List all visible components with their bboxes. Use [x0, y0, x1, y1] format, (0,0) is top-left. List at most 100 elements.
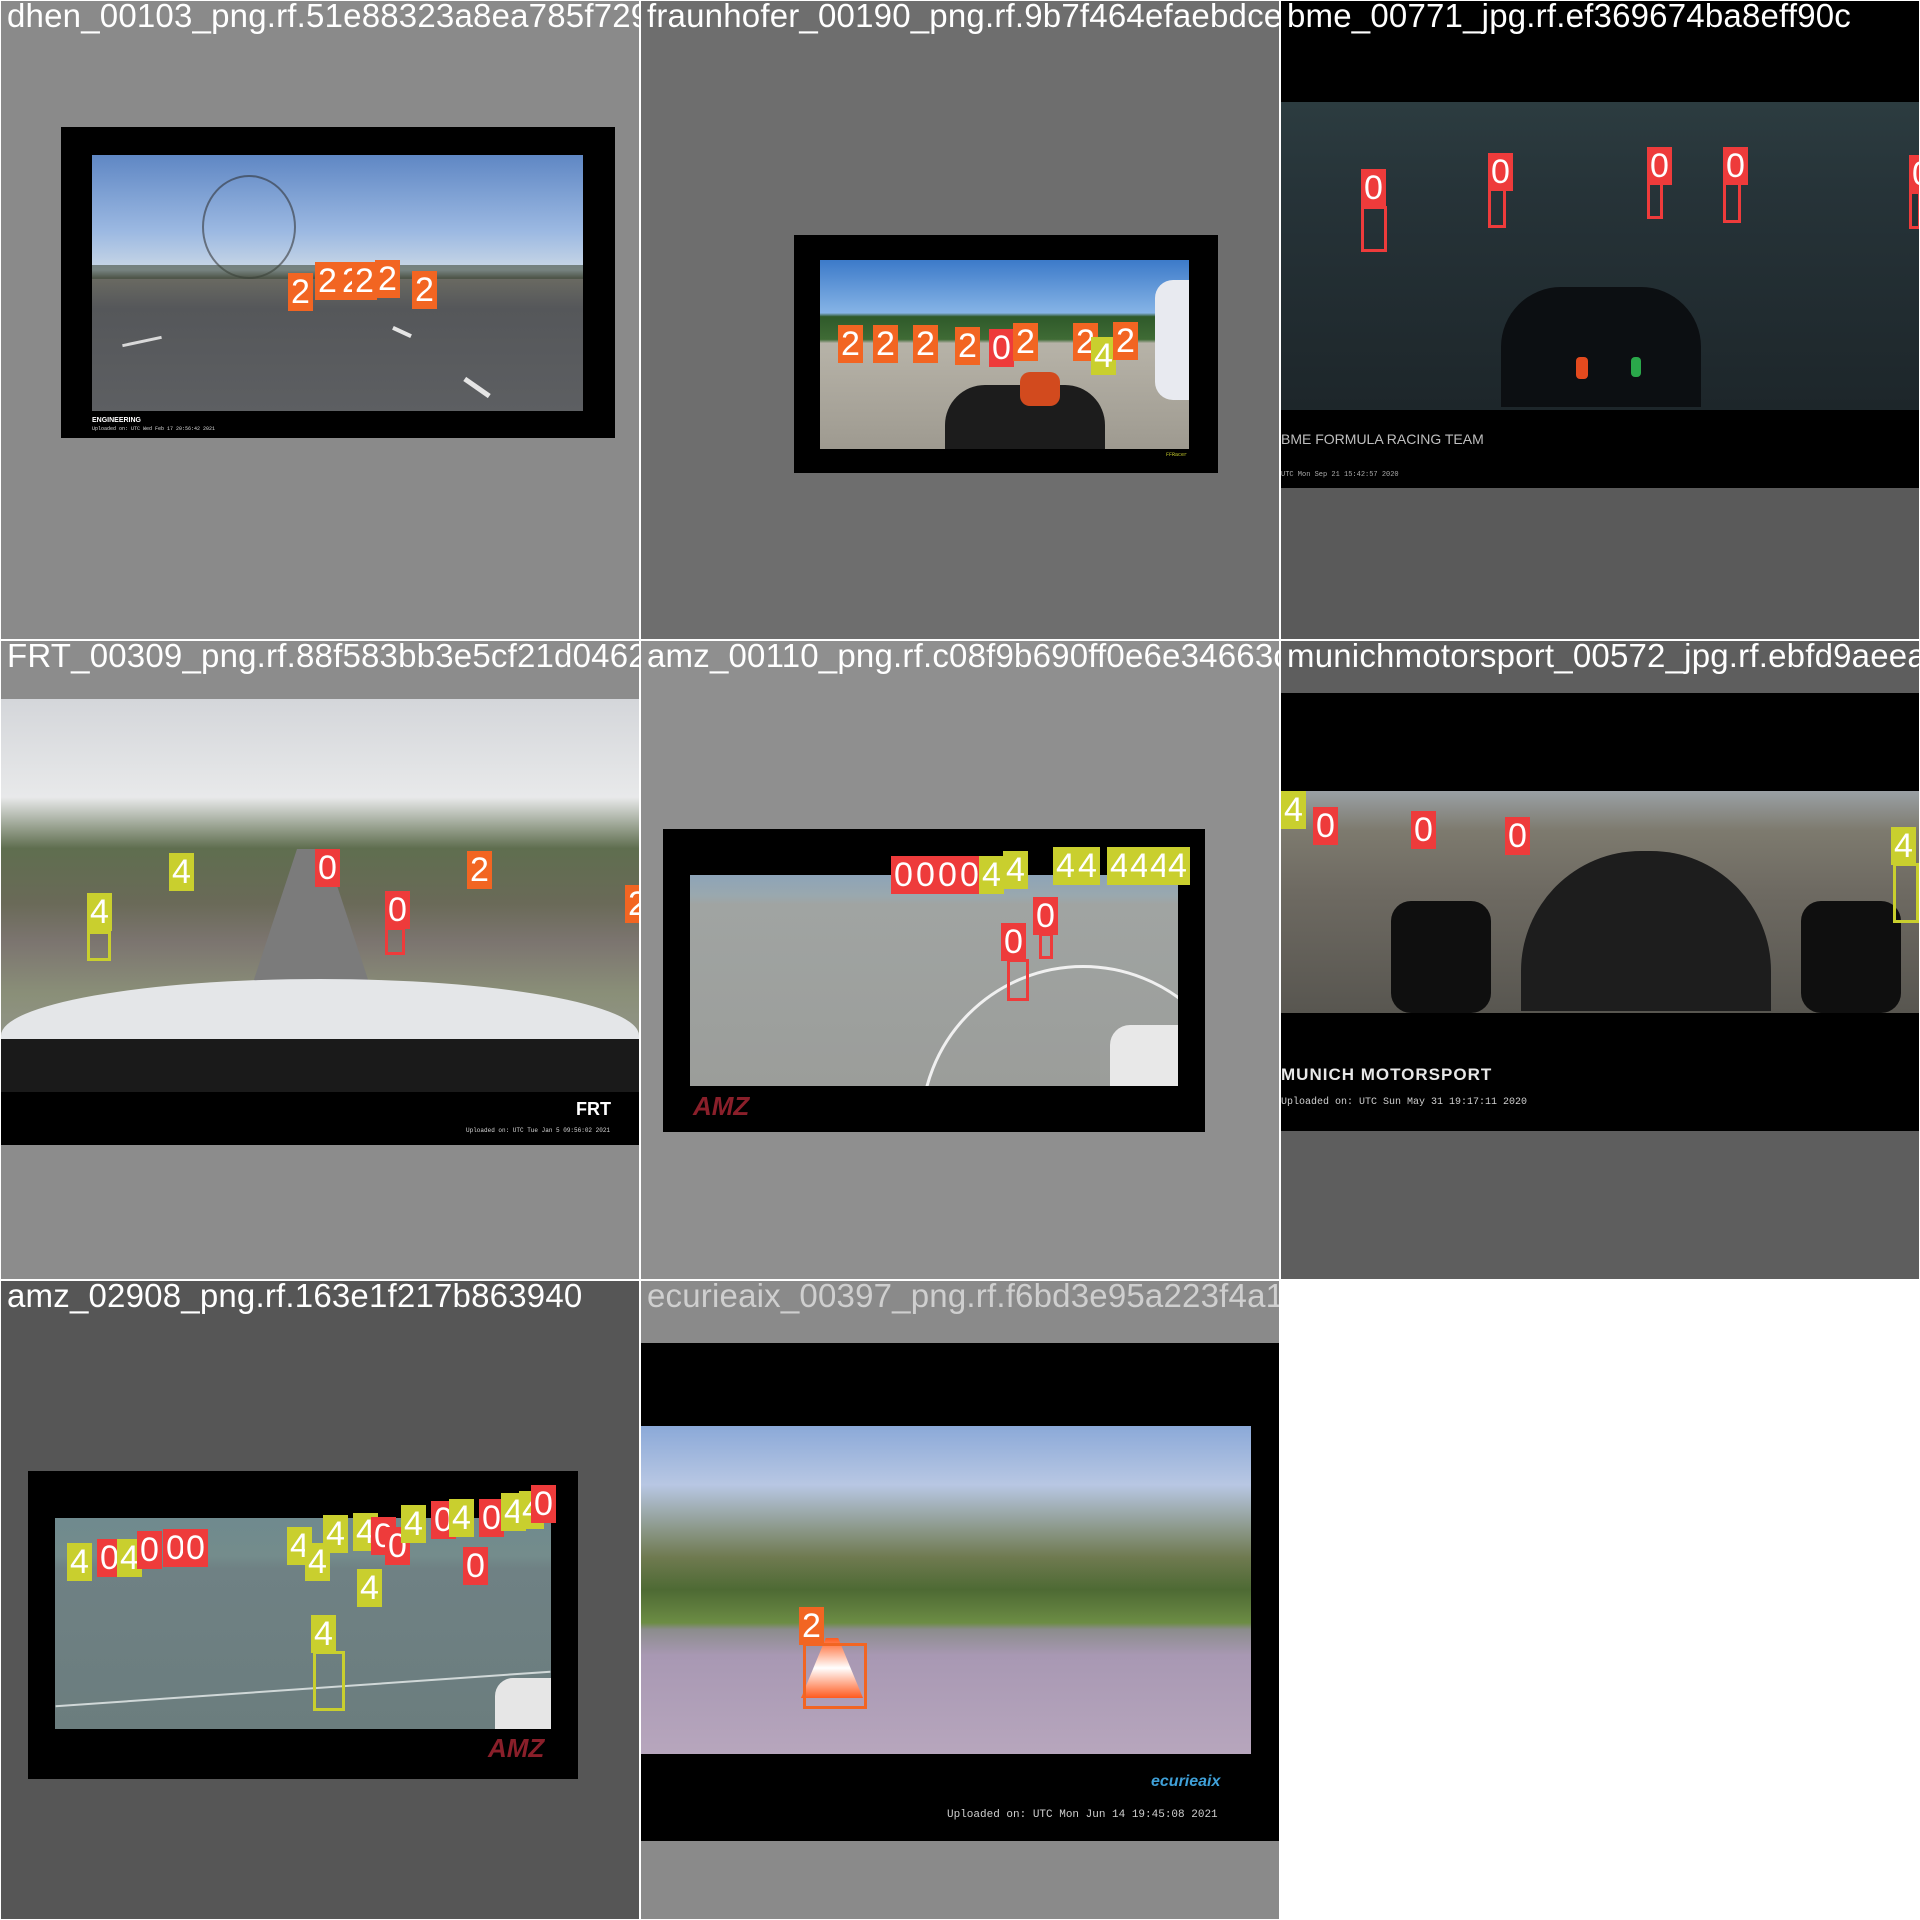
label-tag: 4	[979, 856, 1004, 894]
cell-title: amz_02908_png.rf.163e1f217b863940	[7, 1281, 583, 1314]
label-tag: 0	[1909, 155, 1919, 193]
label-tag: 4	[87, 893, 112, 931]
image-mosaic: dhen_00103_png.rf.51e88323a8ea785f729126…	[0, 0, 1920, 1920]
team-logo: MUNICH MOTORSPORT	[1281, 1065, 1493, 1084]
detection-box	[1361, 206, 1387, 252]
cell-title: dhen_00103_png.rf.51e88323a8ea785f729126…	[7, 1, 639, 34]
label-tag: 4	[1003, 851, 1028, 889]
team-logo: ecurieaix	[1151, 1773, 1221, 1790]
label-tag: 2	[625, 885, 639, 923]
image-frame: MUNICH MOTORSPORT Uploaded on: UTC Sun M…	[1281, 693, 1919, 1131]
cell-title: munichmotorsport_00572_jpg.rf.ebfd9aeeac…	[1287, 641, 1919, 674]
label-tag: 4	[1165, 847, 1190, 885]
upload-stamp: Uploaded on: UTC Sun May 31 19:17:11 202…	[1281, 1097, 1528, 1108]
helmet-edge	[1155, 280, 1189, 400]
label-tag: 0	[1647, 147, 1672, 185]
track-photo	[690, 875, 1178, 1086]
label-tag: 0	[385, 891, 410, 929]
detection-box	[1039, 933, 1053, 959]
label-tag: 0	[183, 1529, 208, 1567]
cell-title: fraunhofer_00190_png.rf.9b7f464efaebdce7…	[647, 1, 1279, 34]
label-tag: 2	[352, 262, 377, 300]
front-tyre	[1801, 901, 1901, 1013]
detection-box	[313, 1651, 345, 1711]
detection-box	[1893, 863, 1919, 923]
label-tag: 2	[838, 325, 863, 363]
grid-divider	[1280, 0, 1281, 1920]
car-grille	[1, 1039, 639, 1092]
car-light	[1576, 357, 1588, 379]
track-photo	[1281, 791, 1919, 1013]
grid-divider	[640, 0, 641, 1920]
label-tag: 0	[1361, 169, 1386, 207]
label-tag: 2	[467, 851, 492, 889]
label-tag: 0	[463, 1547, 488, 1585]
label-tag: 2	[1013, 323, 1038, 361]
label-tag: 2	[1113, 322, 1138, 360]
label-tag: 2	[412, 271, 437, 309]
label-tag: 4	[67, 1543, 92, 1581]
mosaic-cell: amz_00110_png.rf.c08f9b690ff0e6e34663c40…	[641, 641, 1279, 1279]
car-nose	[1110, 1025, 1178, 1086]
lane-mark	[463, 376, 491, 399]
label-tag: 4	[401, 1505, 426, 1543]
cell-title: bme_00771_jpg.rf.ef369674ba8eff90c	[1287, 1, 1851, 34]
mosaic-cell: FRT_00309_png.rf.88f583bb3e5cf21d04627d1…	[1, 641, 639, 1279]
label-tag: 4	[169, 853, 194, 891]
label-tag: 2	[873, 325, 898, 363]
detection-box	[1723, 181, 1741, 223]
label-tag: 2	[288, 273, 313, 311]
car-body	[1501, 287, 1701, 407]
brand-mark: FFRacer	[1166, 452, 1188, 458]
driver-glove	[1020, 372, 1060, 406]
mosaic-cell: bme_00771_jpg.rf.ef369674ba8eff90c BME F…	[1281, 1, 1919, 639]
label-tag: 4	[449, 1499, 474, 1537]
team-logo: AMZ	[693, 1091, 750, 1121]
label-tag: 0	[1505, 817, 1530, 855]
label-tag: 4	[311, 1615, 336, 1653]
car-nose	[495, 1678, 551, 1729]
team-logo: ENGINEERING	[92, 417, 142, 424]
cell-title: ecurieaix_00397_png.rf.f6bd3e95a223f4a14	[647, 1281, 1279, 1314]
mosaic-cell: ecurieaix_00397_png.rf.f6bd3e95a223f4a14…	[641, 1281, 1279, 1919]
mosaic-cell: dhen_00103_png.rf.51e88323a8ea785f729126…	[1, 1, 639, 639]
team-name: BME FORMULA RACING TEAM	[1281, 431, 1484, 447]
label-tag: 0	[989, 329, 1014, 367]
label-tag: 4	[357, 1569, 382, 1607]
detection-box	[1647, 181, 1663, 219]
upload-stamp: UTC Mon Sep 21 15:42:57 2020	[1281, 471, 1399, 479]
label-tag: 0	[531, 1485, 556, 1523]
label-tag: 0	[1033, 897, 1058, 935]
track-photo	[641, 1426, 1251, 1754]
label-tag: 4	[1891, 827, 1916, 865]
label-tag: 2	[315, 262, 340, 300]
label-tag: 4	[323, 1515, 348, 1553]
label-tag: 2	[913, 325, 938, 363]
detection-box	[385, 927, 405, 955]
tree-shape	[202, 175, 296, 279]
upload-stamp: Uploaded on: UTC Tue Jan 5 09:56:02 2021	[466, 1127, 611, 1134]
label-tag: 0	[137, 1531, 162, 1569]
label-tag: 0	[1411, 811, 1436, 849]
detection-box	[1488, 186, 1506, 228]
front-tyre	[1391, 901, 1491, 1013]
detection-box	[1909, 191, 1919, 229]
cell-title: amz_00110_png.rf.c08f9b690ff0e6e34663c40	[647, 641, 1279, 674]
upload-stamp: Uploaded on: UTC Mon Jun 14 19:45:08 202…	[947, 1809, 1218, 1821]
image-frame: ecurieaix Uploaded on: UTC Mon Jun 14 19…	[641, 1343, 1279, 1841]
team-logo: FRT	[576, 1099, 611, 1119]
detection-box	[1007, 959, 1029, 1001]
mosaic-cell-empty	[1281, 1281, 1919, 1919]
upload-stamp: Uploaded on: UTC Wed Feb 17 20:56:42 202…	[92, 426, 216, 432]
label-tag: 0	[1001, 923, 1026, 961]
lane-mark	[392, 325, 412, 339]
label-tag: 2	[799, 1607, 824, 1645]
detection-box	[87, 931, 111, 961]
steering-wheel	[1521, 851, 1771, 1011]
team-logo: AMZ	[488, 1733, 545, 1763]
track-photo	[1281, 102, 1919, 410]
label-tag: 0	[1723, 147, 1748, 185]
mosaic-cell: amz_02908_png.rf.163e1f217b863940 AMZ 4 …	[1, 1281, 639, 1919]
mosaic-cell: munichmotorsport_00572_jpg.rf.ebfd9aeeac…	[1281, 641, 1919, 1279]
label-tag: 4	[1281, 791, 1306, 829]
